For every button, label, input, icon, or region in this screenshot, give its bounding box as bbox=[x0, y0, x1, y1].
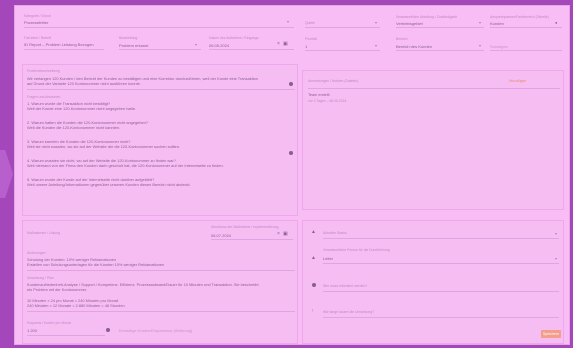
category-select[interactable]: Prozessfehler bbox=[24, 20, 48, 25]
measures-label: Maßnahmen / Lösung bbox=[27, 231, 60, 235]
note-item-meta: vor 3 Tagen – 06.05.2024 bbox=[308, 99, 347, 103]
area-underline bbox=[396, 50, 484, 51]
source-label: Quelle bbox=[305, 21, 315, 25]
date-input[interactable]: 06.05.2024 bbox=[209, 43, 229, 48]
chevron-down-icon[interactable]: ▾ bbox=[479, 20, 481, 25]
plan-label: Umsetzung / Plan bbox=[27, 276, 54, 280]
chevron-down-icon[interactable]: ▾ bbox=[287, 19, 289, 24]
inform-icon bbox=[312, 283, 316, 287]
notes-title: Anmerkungen / Notizen (Dateien) bbox=[308, 79, 359, 83]
qa-answer-2: Weil die Kunden die 120-Kontonummer nich… bbox=[27, 125, 121, 130]
plan-divider bbox=[27, 311, 295, 312]
chevron-right-icon[interactable]: ● bbox=[555, 20, 557, 25]
other-underline bbox=[490, 50, 562, 51]
changes-divider bbox=[27, 270, 295, 271]
chevron-down-icon[interactable]: ▾ bbox=[195, 42, 197, 47]
qa-label: Fragen und Antworten bbox=[27, 95, 61, 99]
changes-label: Änderungen bbox=[27, 251, 46, 255]
subject-label: Fall-Ident / Betreff bbox=[24, 36, 51, 40]
measures-date-label: Abschluss der Maßnahme / Implementierung bbox=[211, 225, 279, 229]
current-status-underline bbox=[323, 238, 559, 239]
chevron-down-icon[interactable]: ▾ bbox=[555, 231, 557, 236]
note-item-title[interactable]: Team erstellt bbox=[308, 93, 330, 97]
add-note-link[interactable]: Hinzufügen bbox=[509, 79, 526, 83]
subject-input[interactable]: ID Report – Problem Leistung Bezogen bbox=[24, 42, 94, 47]
qa-answer-1: Weil der Kunde eine 120-Kontonummer nich… bbox=[27, 106, 136, 111]
status-underline bbox=[119, 49, 201, 50]
department-select[interactable]: Vertriebsgebiet bbox=[396, 21, 423, 26]
person-icon: ▲ bbox=[311, 255, 316, 261]
other-input[interactable]: Sonstiges bbox=[490, 44, 508, 49]
contact-label: Ansprechpartner/Fachbereich (Tabelle) bbox=[490, 15, 549, 19]
changes-line-2: Erstellen von Schulungsunterlagen für di… bbox=[27, 262, 165, 267]
date-underline bbox=[209, 49, 294, 50]
description-intro-line2: auf Grund der Variante 120 Kontonummer n… bbox=[27, 81, 141, 86]
status-label: Bearbeitung bbox=[119, 36, 138, 40]
issue-form-window: Kategorie / Grund Prozessfehler ▾ Fall-I… bbox=[14, 5, 570, 345]
clear-icon[interactable]: × bbox=[277, 42, 280, 47]
calendar-icon[interactable]: ▣ bbox=[283, 42, 288, 47]
category-label: Kategorie / Grund bbox=[24, 14, 51, 18]
status-select[interactable]: Problem erkannt bbox=[119, 43, 148, 48]
current-status-label: Aktueller Status bbox=[323, 231, 347, 235]
measures-date-underline bbox=[211, 239, 293, 240]
responsible-underline bbox=[323, 263, 559, 264]
save-button[interactable]: Speichern bbox=[541, 330, 561, 338]
measures-date-input[interactable]: 06.07.2024 bbox=[211, 233, 231, 238]
calendar-icon[interactable]: ▣ bbox=[283, 232, 288, 237]
inform-input[interactable]: Wer muss informiert werden? bbox=[323, 284, 367, 288]
chevron-down-icon[interactable]: ▾ bbox=[555, 256, 557, 261]
department-label: Verantwortliche Abteilung / Zuständigkei… bbox=[396, 15, 458, 19]
duration-input[interactable]: Wie lange dauert die Umsetzung? bbox=[323, 310, 374, 314]
priority-label: Priorität bbox=[305, 37, 317, 41]
qa-answer-3: Weil sie nicht wussten, wo sie auf der W… bbox=[27, 144, 180, 149]
responsible-label: Verantwortliche Person für die Durchführ… bbox=[323, 248, 390, 252]
notes-divider bbox=[308, 88, 560, 89]
status-icon: ▲ bbox=[311, 229, 316, 235]
date-label: Datum des Auftretens / Eingangs bbox=[209, 36, 259, 40]
responsible-select[interactable]: Leiter bbox=[323, 256, 333, 261]
area-label: Bereich bbox=[396, 37, 408, 41]
cost-label: Ersparnis / Kosten pro Monat bbox=[27, 321, 71, 325]
chevron-down-icon[interactable]: ▾ bbox=[375, 43, 377, 48]
cost-note: Einmalige Kosten/Ersparnisse (Währung) bbox=[119, 328, 193, 333]
problem-description-panel: Problembeschreibung Wir verlangen 120 Ku… bbox=[22, 64, 298, 216]
plan-line-2: ein Problem mit der Kontonummer. bbox=[27, 287, 88, 292]
measures-panel: Maßnahmen / Lösung Abschluss der Maßnahm… bbox=[22, 220, 298, 344]
inform-underline bbox=[323, 291, 559, 292]
description-label: Problembeschreibung bbox=[27, 69, 60, 73]
qa-answer-5: Weil unsere Anleitung/Informationen gege… bbox=[27, 182, 191, 187]
subject-underline bbox=[24, 49, 104, 50]
calc-line-2: 240 Minuten × 12 Monate = 2.880 Minuten … bbox=[27, 303, 125, 308]
contact-underline bbox=[490, 27, 562, 28]
cost-underline bbox=[27, 335, 105, 336]
department-underline bbox=[396, 27, 484, 28]
priority-select[interactable]: 1 bbox=[305, 44, 307, 49]
duration-icon: ↑ bbox=[311, 308, 314, 314]
actions-panel: ▲ Aktueller Status ▾ ▲ Verantwortliche P… bbox=[302, 220, 564, 344]
currency-dot-icon[interactable] bbox=[106, 328, 110, 332]
edit-dot-icon[interactable] bbox=[289, 82, 293, 86]
clear-icon[interactable]: × bbox=[277, 232, 280, 237]
cost-input[interactable]: 1.200 bbox=[27, 328, 37, 333]
chevron-down-icon[interactable]: ▾ bbox=[479, 43, 481, 48]
qa-answer-4: Weil niemand von der Firma den Kunden da… bbox=[27, 163, 224, 168]
notes-panel: Anmerkungen / Notizen (Dateien) Hinzufüg… bbox=[302, 70, 564, 210]
duration-underline bbox=[323, 317, 559, 318]
priority-underline bbox=[305, 50, 380, 51]
chevron-down-icon[interactable]: ▾ bbox=[375, 20, 377, 25]
source-underline bbox=[305, 27, 380, 28]
edit-dot-icon[interactable] bbox=[289, 151, 293, 155]
description-divider bbox=[27, 89, 295, 90]
area-select[interactable]: Bereich des Kunden bbox=[396, 44, 432, 49]
category-underline bbox=[24, 27, 294, 28]
contact-select[interactable]: Kunden bbox=[490, 21, 504, 26]
